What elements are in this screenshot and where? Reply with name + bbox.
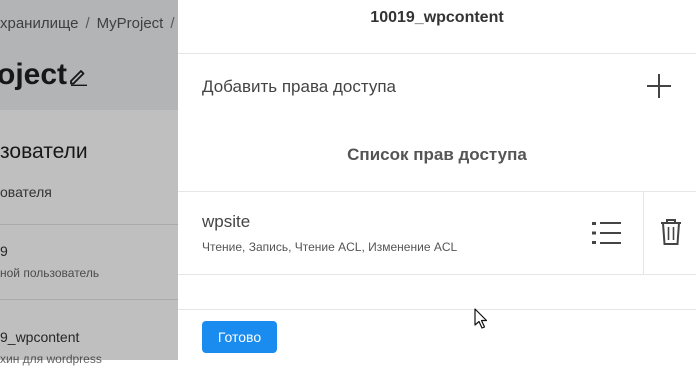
mouse-pointer-icon (474, 308, 488, 335)
modal-overlay[interactable] (0, 0, 178, 360)
drawer-title: 10019_wpcontent (178, 0, 696, 54)
add-access-rights-button[interactable]: Добавить права доступа (178, 54, 696, 120)
list-icon (592, 222, 621, 244)
row-divider (643, 192, 644, 274)
permission-row: wpsite Чтение, Запись, Чтение ACL, Измен… (178, 192, 696, 275)
plus-icon[interactable] (646, 73, 672, 104)
edit-permissions-button[interactable] (582, 212, 628, 254)
trash-icon (661, 219, 681, 245)
access-list-title: Список прав доступа (178, 120, 696, 192)
permission-user-name: wpsite (202, 212, 251, 231)
permission-rights: Чтение, Запись, Чтение ACL, Изменение AC… (202, 240, 458, 254)
delete-permission-button[interactable] (654, 212, 688, 254)
drawer-footer: Готово (178, 309, 696, 360)
add-access-rights-label: Добавить права доступа (202, 77, 396, 96)
access-rights-drawer: 10019_wpcontent Добавить права доступа С… (178, 0, 696, 360)
done-button[interactable]: Готово (202, 321, 277, 353)
